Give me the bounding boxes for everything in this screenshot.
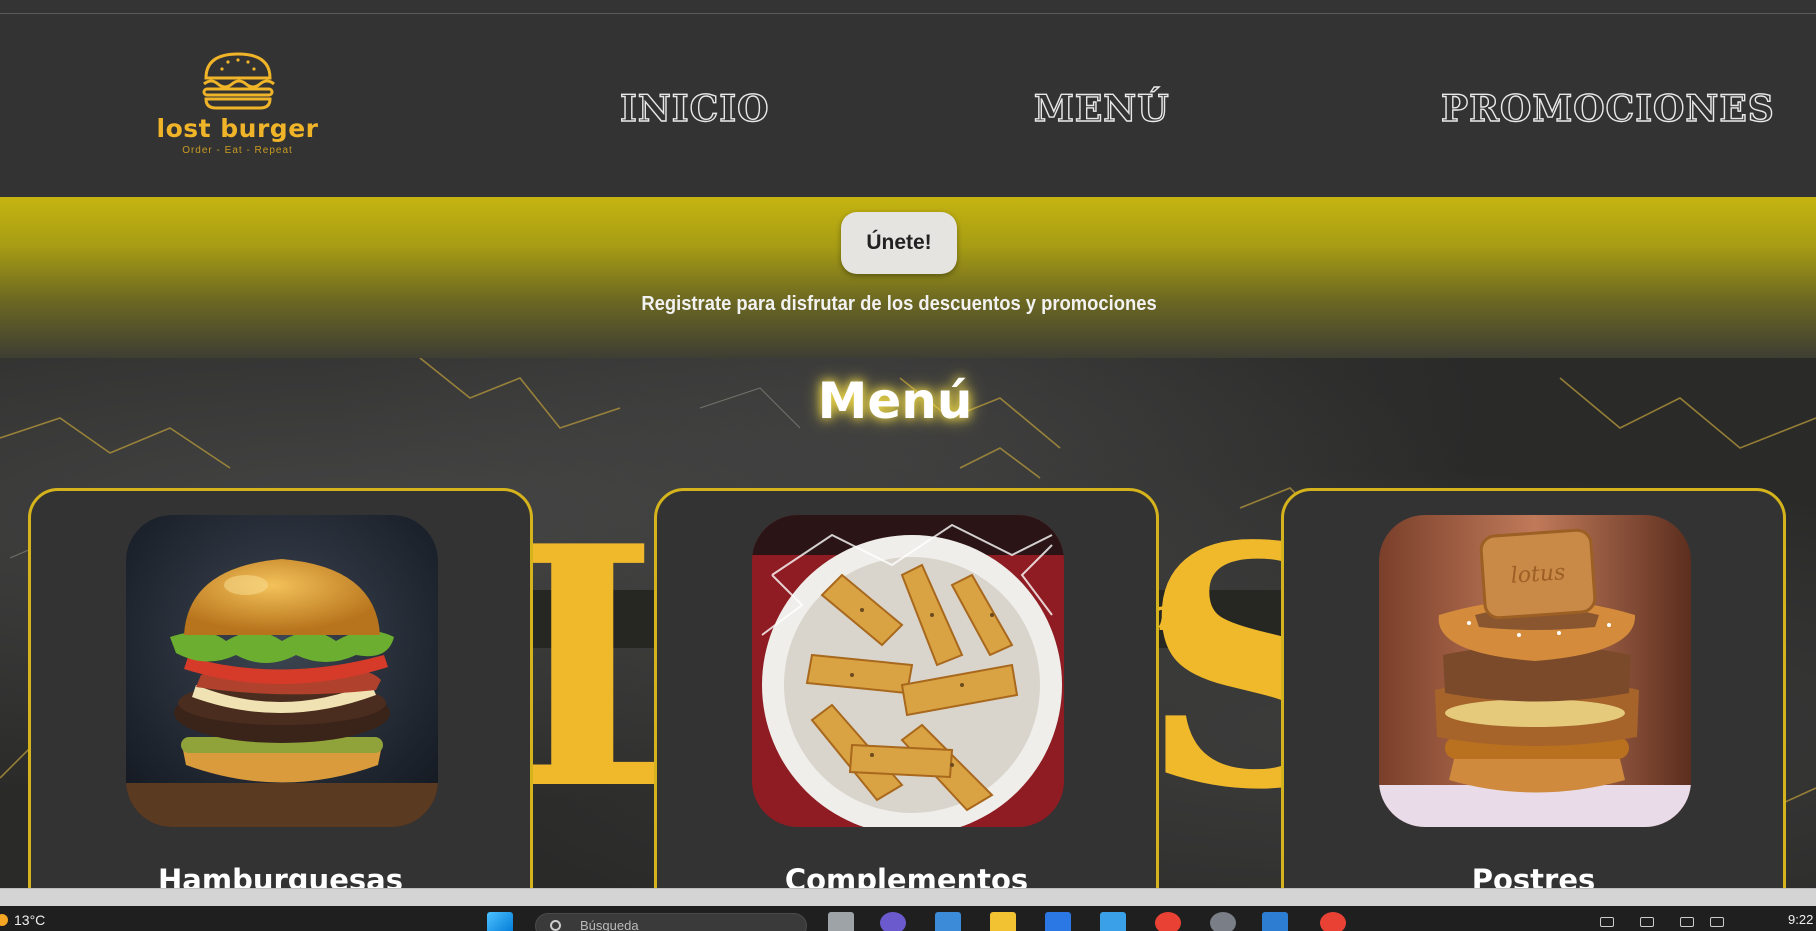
burger-logo-icon	[202, 52, 275, 110]
nav-link-menu[interactable]: MENÚ	[1033, 87, 1170, 130]
signup-banner: Únete! Registrate para disfrutar de los …	[0, 197, 1816, 358]
menu-card-postres[interactable]: lotus Postres	[1281, 488, 1786, 888]
search-placeholder: Búsqueda	[580, 918, 639, 931]
burger-photo	[126, 515, 438, 827]
logo-tagline: Order - Eat - Repeat	[182, 145, 293, 156]
join-button[interactable]: Únete!	[841, 212, 957, 274]
site-logo[interactable]: lost burger Order - Eat - Repeat	[150, 50, 325, 180]
menu-card-hamburguesas[interactable]: Hamburguesas	[28, 488, 533, 888]
menu-card-complementos[interactable]: Complementos	[654, 488, 1159, 888]
calendar-icon[interactable]	[1100, 912, 1126, 931]
tray-chevron-icon[interactable]	[1600, 917, 1614, 927]
svg-text:lotus: lotus	[1510, 560, 1566, 589]
file-icon[interactable]	[828, 912, 854, 931]
lotus-dessert-burger-photo: lotus	[1379, 515, 1691, 827]
menu-title: Menú	[817, 372, 973, 430]
vscode-icon[interactable]	[1262, 912, 1288, 931]
taskbar-clock[interactable]: 9:22	[1788, 912, 1813, 927]
chrome-icon[interactable]	[1320, 912, 1346, 931]
site-header: lost burger Order - Eat - Repeat INICIO …	[0, 14, 1816, 197]
weather-widget[interactable]: 13°C	[0, 912, 45, 928]
windows-taskbar: 13°C Búsqueda 9:22	[0, 906, 1816, 931]
sun-icon	[0, 914, 8, 926]
network-icon[interactable]	[1640, 917, 1654, 927]
volume-icon[interactable]	[1680, 917, 1694, 927]
browser-top-edge	[0, 0, 1816, 14]
chat-icon[interactable]	[880, 912, 906, 931]
card-label: Postres	[1471, 863, 1596, 888]
card-label: Complementos	[784, 863, 1029, 888]
battery-icon[interactable]	[1710, 917, 1724, 927]
menu-section: L S at Menú Hamburguesas Complementos lo…	[0, 358, 1816, 888]
search-icon	[550, 920, 561, 931]
briefcase-icon[interactable]	[935, 912, 961, 931]
settings-gear-icon[interactable]	[1210, 912, 1236, 931]
chrome-icon[interactable]	[1155, 912, 1181, 931]
windows-start-icon[interactable]	[487, 912, 513, 931]
taskbar-search[interactable]: Búsqueda	[535, 913, 807, 931]
horizontal-scrollbar[interactable]	[0, 888, 1816, 906]
weather-temperature: 13°C	[14, 912, 46, 928]
banner-text: Registrate para disfrutar de los descuen…	[641, 293, 1157, 315]
card-label: Hamburguesas	[158, 863, 403, 888]
logo-brand-text: lost burger	[156, 114, 319, 143]
nav-link-promociones[interactable]: PROMOCIONES	[1440, 87, 1775, 130]
app-icon[interactable]	[1045, 912, 1071, 931]
nav-link-inicio[interactable]: INICIO	[619, 87, 769, 130]
folder-icon[interactable]	[990, 912, 1016, 931]
potato-wedges-photo	[752, 515, 1064, 827]
